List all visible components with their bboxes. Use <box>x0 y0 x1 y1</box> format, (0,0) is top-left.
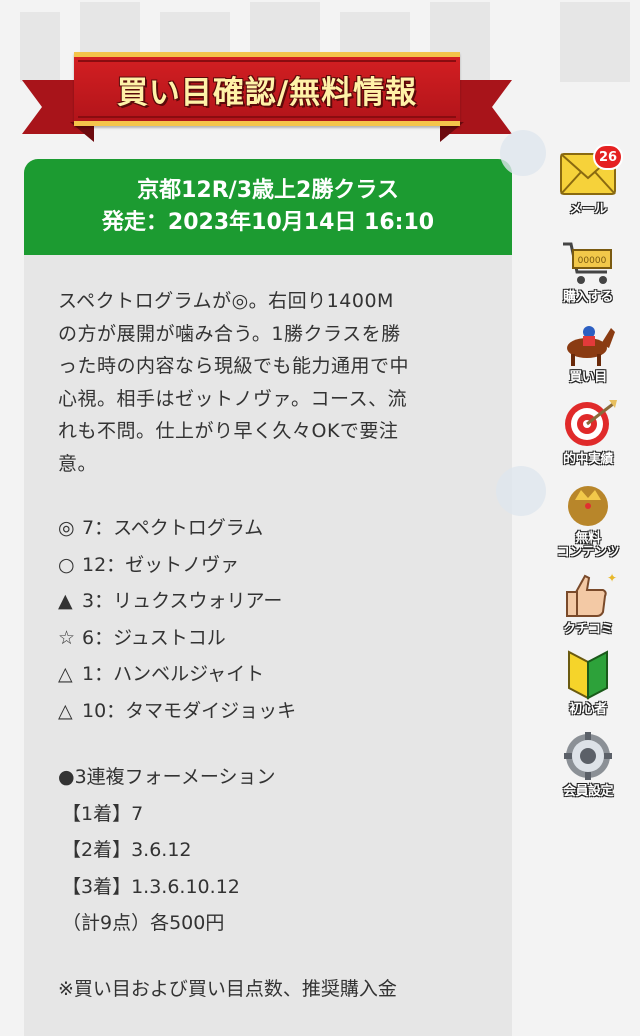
pick-mark: △ <box>58 699 73 722</box>
svg-text:✦: ✦ <box>607 571 617 585</box>
side-item-settings[interactable]: 会員設定 <box>552 730 624 810</box>
ribbon-title: 買い目確認/無料情報 <box>116 74 418 111</box>
side-label: クチコミ <box>562 622 614 637</box>
pick-mark: ▲ <box>58 590 73 612</box>
pick-item: ○ 12：ゼットノヴァ <box>58 547 478 584</box>
pick-text: 3：リュクスウォリアー <box>82 590 283 612</box>
pick-text: 12：ゼットノヴァ <box>82 553 240 576</box>
bet-row: 【1着】7 <box>62 802 144 825</box>
unread-badge: 26 <box>593 144 623 170</box>
comment-line: れも不問。仕上がり早く久々OKで要注 <box>58 420 399 442</box>
pick-item: ☆ 6：ジュストコル <box>58 620 478 657</box>
side-label: 的中実績 <box>562 452 614 467</box>
comment-line: スペクトログラムが◎。右回り1400M <box>58 290 394 312</box>
side-item-reviews[interactable]: ✦ クチコミ <box>552 568 624 648</box>
side-label: 買い目 <box>569 370 607 385</box>
floating-circle <box>500 130 546 176</box>
bet-type: ●3連複フォーメーション <box>58 766 276 788</box>
side-item-picks[interactable]: 買い目 <box>552 316 624 396</box>
bet-row: 【2着】3.6.12 <box>62 839 192 861</box>
side-item-results[interactable]: 的中実績 <box>552 398 624 478</box>
side-item-free-content[interactable]: 無料 コンテンツ <box>552 482 624 562</box>
pick-item: ◎ 7：スペクトログラム <box>58 510 478 547</box>
side-item-purchase[interactable]: 00000 購入する <box>552 236 624 316</box>
side-label: メール <box>569 202 607 217</box>
side-item-mail[interactable]: 26 メール <box>552 144 624 228</box>
pick-item: △ 10：タマモダイジョッキ <box>58 693 478 730</box>
side-label: 無料 コンテンツ <box>556 531 620 560</box>
free-content-icon <box>557 482 619 534</box>
card-body: スペクトログラムが◎。右回り1400M の方が展開が噛み合う。1勝クラスを勝 っ… <box>24 255 512 1004</box>
pick-text: 10：タマモダイジョッキ <box>82 699 297 722</box>
comment-line: 意。 <box>58 452 98 475</box>
pick-mark: ○ <box>58 553 75 576</box>
ribbon-banner: 買い目確認/無料情報 <box>74 52 460 126</box>
page: 買い目確認/無料情報 京都12R/3歳上2勝クラス 発走：2023年10月14日… <box>0 0 640 1036</box>
pick-text: 1：ハンベルジャイト <box>82 663 265 685</box>
pick-item: △ 1：ハンベルジャイト <box>58 656 478 693</box>
side-label: 会員設定 <box>562 784 614 799</box>
race-header: 京都12R/3歳上2勝クラス 発走：2023年10月14日 16:10 <box>24 159 512 255</box>
bet-total: （計9点）各500円 <box>62 912 225 934</box>
race-start-time: 発走：2023年10月14日 16:10 <box>101 210 435 235</box>
svg-text:00000: 00000 <box>578 256 607 266</box>
free-info-card: 京都12R/3歳上2勝クラス 発走：2023年10月14日 16:10 スペクト… <box>24 159 512 1036</box>
bet-formation: ●3連複フォーメーション 【1着】7 【2着】3.6.12 【3着】1.3.6.… <box>58 759 478 942</box>
pick-mark: △ <box>58 663 73 685</box>
pick-text: 6：ジュストコル <box>82 626 226 649</box>
cart-icon: 00000 <box>557 236 619 288</box>
side-item-beginner[interactable]: 初心者 <box>552 648 624 728</box>
side-label: 購入する <box>562 290 614 305</box>
title-ribbon: 買い目確認/無料情報 <box>22 44 512 144</box>
pick-item: ▲ 3：リュクスウォリアー <box>58 583 478 620</box>
bet-row: 【3着】1.3.6.10.12 <box>62 875 240 898</box>
pick-mark: ◎ <box>58 517 75 539</box>
floating-circle <box>496 466 546 516</box>
thumbs-up-icon: ✦ <box>557 568 619 620</box>
comment-line: 心視。相手はゼットノヴァ。コース、流 <box>58 387 408 410</box>
disclaimer-note: ※買い目および買い目点数、推奨購入金 <box>58 977 397 1000</box>
pick-list: ◎ 7：スペクトログラム ○ 12：ゼットノヴァ ▲ 3：リュクスウォリアー ☆… <box>58 510 478 729</box>
mail-icon: 26 <box>557 144 623 200</box>
target-icon <box>557 398 619 450</box>
beginner-icon <box>557 648 619 700</box>
horse-icon <box>557 316 619 368</box>
pick-text: 7：スペクトログラム <box>82 517 264 539</box>
race-comment: スペクトログラムが◎。右回り1400M の方が展開が噛み合う。1勝クラスを勝 っ… <box>58 285 478 480</box>
comment-line: の方が展開が噛み合う。1勝クラスを勝 <box>58 322 401 345</box>
comment-line: った時の内容なら現級でも能力通用で中 <box>58 355 410 377</box>
pick-mark: ☆ <box>58 626 76 649</box>
settings-icon <box>557 730 619 782</box>
side-label: 初心者 <box>569 702 607 717</box>
race-title: 京都12R/3歳上2勝クラス <box>137 178 399 203</box>
